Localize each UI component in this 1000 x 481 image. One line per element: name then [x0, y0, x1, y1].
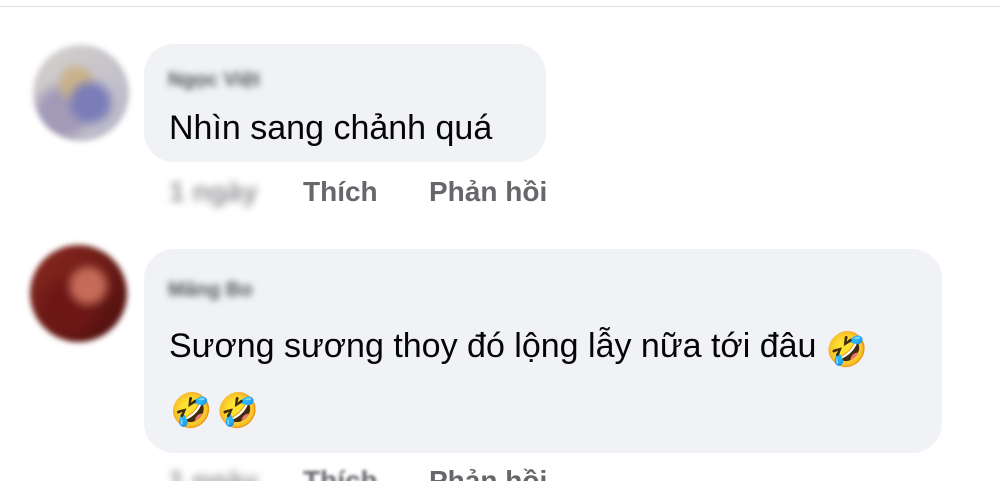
avatar[interactable] — [30, 245, 127, 342]
like-button[interactable]: Thích — [303, 176, 378, 208]
comment-actions: 1 ngày Thích Phản hồi — [0, 176, 1000, 216]
comment-author-name[interactable]: Măng Bo — [168, 279, 252, 302]
avatar[interactable] — [33, 45, 129, 141]
comment-text: Sương sương thoy đó lộng lẫy nữa tới đâu… — [169, 327, 868, 367]
rolling-on-floor-laughing-emoji-icon: 🤣 — [216, 392, 260, 430]
rolling-on-floor-laughing-emoji-icon: 🤣 — [170, 392, 213, 430]
comment-timestamp[interactable]: 1 ngày — [169, 176, 258, 208]
comment-text: Nhìn sang chảnh quá — [169, 109, 493, 147]
rolling-on-floor-laughing-emoji-icon: 🤣 — [825, 331, 869, 369]
emoji-row: 🤣 🤣 — [170, 394, 259, 428]
comment-text-content: Sương sương thoy đó lộng lẫy nữa tới đâu — [169, 327, 817, 365]
comment-timestamp[interactable]: 1 ngày — [169, 465, 258, 481]
like-button[interactable]: Thích — [303, 465, 378, 481]
comment-author-name[interactable]: Ngọc Việt — [168, 69, 260, 92]
top-divider — [0, 6, 1000, 7]
comment-thread: Ngọc Việt Nhìn sang chảnh quá 1 ngày Thí… — [0, 0, 1000, 481]
comment-actions: 1 ngày Thích Phản hồi — [0, 465, 1000, 481]
reply-button[interactable]: Phản hồi — [429, 176, 547, 208]
reply-button[interactable]: Phản hồi — [429, 465, 547, 481]
